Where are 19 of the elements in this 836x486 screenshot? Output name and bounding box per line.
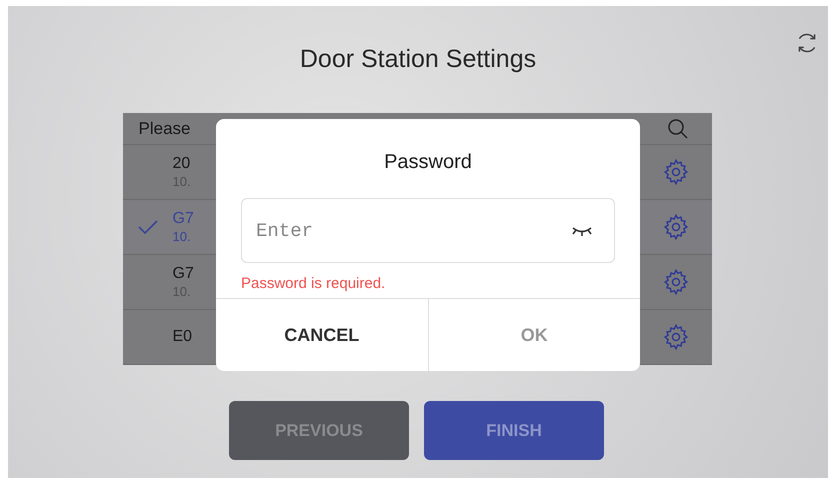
device-name: G7 xyxy=(172,264,194,284)
settings-icon[interactable] xyxy=(662,268,690,296)
device-name: G7 xyxy=(172,208,194,229)
device-name: E0 xyxy=(172,327,192,347)
device-ip: 10. xyxy=(172,228,191,246)
settings-icon[interactable] xyxy=(662,158,690,186)
dialog-title: Password xyxy=(384,150,472,175)
error-message: Password is required. xyxy=(241,275,386,292)
eye-closed-icon[interactable] xyxy=(571,225,593,237)
cancel-button[interactable]: CANCEL xyxy=(216,299,428,371)
device-name: 20 xyxy=(172,154,190,174)
settings-icon[interactable] xyxy=(662,213,690,241)
settings-icon[interactable] xyxy=(662,323,690,351)
search-icon[interactable] xyxy=(666,116,690,140)
password-field[interactable]: Enter xyxy=(241,198,615,263)
check-icon xyxy=(136,219,158,235)
finish-button[interactable]: FINISH xyxy=(424,401,604,460)
page-title: Door Station Settings xyxy=(300,44,536,76)
list-header: Please xyxy=(138,118,190,140)
